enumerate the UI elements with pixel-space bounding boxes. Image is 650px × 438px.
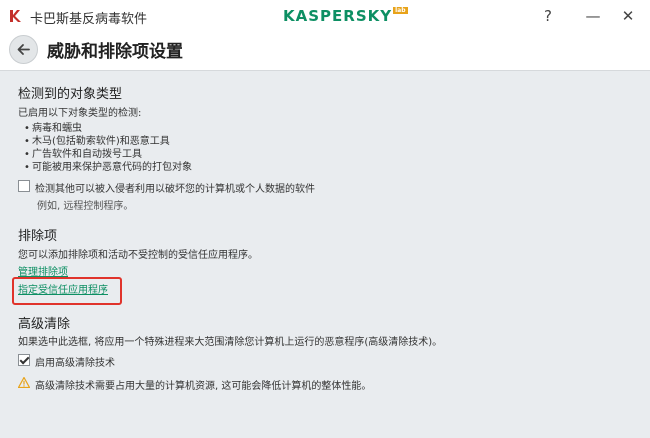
kaspersky-logo: KASPERSKY lab [283, 7, 408, 25]
detect-other-example: 例如, 远程控制程序。 [37, 201, 134, 212]
advanced-warning: 高级清除技术需要占用大量的计算机资源, 这可能会降低计算机的整体性能。 [35, 381, 372, 392]
advanced-disinfection-checkbox[interactable] [18, 354, 30, 366]
manage-exclusions-link[interactable]: 管理排除项 [18, 263, 68, 278]
advanced-description: 如果选中此选框, 将应用一个特殊进程来大范围清除您计算机上运行的恶意程序(高级清… [18, 337, 443, 348]
title-bar: 卡巴斯基反病毒软件 KASPERSKY lab ? — ✕ [0, 0, 650, 32]
kaspersky-app-icon [10, 10, 21, 22]
detected-intro: 已启用以下对象类型的检测: [18, 108, 142, 119]
detect-other-software-checkbox[interactable] [18, 180, 30, 192]
close-button[interactable]: ✕ [614, 4, 642, 28]
highlight-box [12, 277, 122, 305]
detect-other-software-label: 检测其他可以被入侵者利用以破坏您的计算机或个人数据的软件 [35, 184, 315, 195]
minimize-button[interactable]: — [579, 4, 607, 28]
arrow-left-icon [17, 44, 30, 55]
advanced-heading: 高级清除 [18, 317, 71, 332]
advanced-disinfection-label: 启用高级清除技术 [35, 358, 115, 369]
detected-heading: 检测到的对象类型 [18, 87, 123, 102]
list-item: • 可能被用来保护恶意代码的打包对象 [24, 162, 192, 173]
exclusions-description: 您可以添加排除项和活动不受控制的受信任应用程序。 [18, 250, 258, 261]
app-title: 卡巴斯基反病毒软件 [30, 12, 148, 27]
back-button[interactable] [9, 35, 38, 64]
help-button[interactable]: ? [534, 4, 562, 28]
page-title: 威胁和排除项设置 [47, 42, 183, 62]
warning-icon [18, 377, 30, 388]
exclusions-heading: 排除项 [18, 229, 58, 244]
page-header: 威胁和排除项设置 [0, 32, 650, 71]
